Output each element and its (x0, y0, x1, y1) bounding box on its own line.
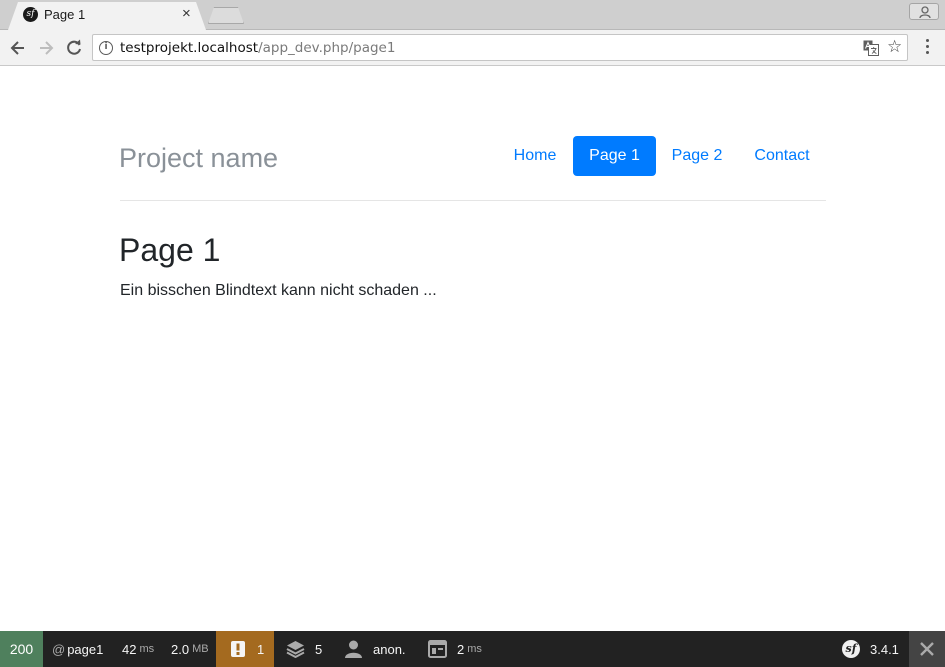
status-code-badge[interactable]: 200 (0, 631, 43, 667)
tab-close-icon[interactable]: × (182, 5, 191, 23)
header-divider (120, 200, 826, 201)
twig-count: 5 (315, 641, 323, 657)
bookmark-star-icon[interactable]: ☆ (887, 38, 902, 56)
symfony-version[interactable]: 3.4.1 (870, 631, 899, 667)
route-name: page1 (67, 641, 104, 657)
toolbar-close-button[interactable] (909, 631, 945, 667)
time-unit: ms (139, 643, 155, 655)
browser-menu-icon[interactable] (921, 39, 933, 57)
profile-button[interactable] (909, 3, 939, 20)
page-title: Page 1 (119, 232, 221, 268)
memory-value: 2.0 (171, 641, 190, 657)
url-host: testprojekt.localhost (120, 40, 259, 56)
nav-contact[interactable]: Contact (740, 136, 824, 176)
symfony-debug-toolbar: 200 @ page1 42 ms 2.0 MB 1 5 anon. 2 ms … (0, 631, 945, 667)
user-name: anon. (373, 641, 406, 657)
twig-indicator[interactable]: 5 (286, 631, 322, 667)
translate-icon[interactable] (863, 40, 879, 56)
tab-strip: sf Page 1 × (0, 0, 945, 30)
route-indicator[interactable]: @ page1 (52, 631, 103, 667)
user-icon (345, 640, 362, 658)
forward-icon[interactable] (36, 38, 56, 58)
symfony-favicon-icon: sf (23, 7, 38, 22)
time-indicator[interactable]: 42 ms (122, 631, 154, 667)
close-icon (920, 642, 934, 656)
user-indicator[interactable]: anon. (345, 631, 406, 667)
warning-icon (231, 641, 245, 657)
browser-toolbar: i testprojekt.localhost/app_dev.php/page… (0, 30, 945, 66)
render-time-indicator[interactable]: 2 ms (428, 631, 482, 667)
symfony-logo-icon[interactable]: sf (842, 640, 860, 658)
back-icon[interactable] (8, 38, 28, 58)
address-bar[interactable]: i testprojekt.localhost/app_dev.php/page… (92, 34, 908, 61)
warnings-count: 1 (257, 641, 265, 657)
reload-icon[interactable] (64, 38, 84, 58)
memory-unit: MB (192, 643, 209, 655)
url-path: /app_dev.php/page1 (258, 40, 396, 56)
new-tab-button[interactable] (208, 7, 244, 24)
render-time-unit: ms (467, 643, 482, 655)
layers-icon (286, 641, 305, 658)
info-icon[interactable]: i (99, 41, 113, 55)
url-text: testprojekt.localhost/app_dev.php/page1 (120, 40, 395, 56)
warnings-indicator[interactable]: 1 (216, 631, 274, 667)
tab-title: Page 1 (44, 7, 86, 22)
template-icon (428, 640, 447, 658)
profile-icon (919, 6, 931, 18)
memory-indicator[interactable]: 2.0 MB (171, 631, 209, 667)
route-at-sign: @ (52, 641, 66, 657)
nav-page-2[interactable]: Page 2 (659, 136, 735, 176)
render-time-value: 2 (457, 641, 465, 657)
page-text: Ein bisschen Blindtext kann nicht schade… (120, 282, 437, 299)
time-value: 42 (122, 641, 137, 657)
nav-home[interactable]: Home (500, 136, 570, 176)
brand-name[interactable]: Project name (119, 143, 278, 174)
nav-page-1[interactable]: Page 1 (573, 136, 656, 176)
